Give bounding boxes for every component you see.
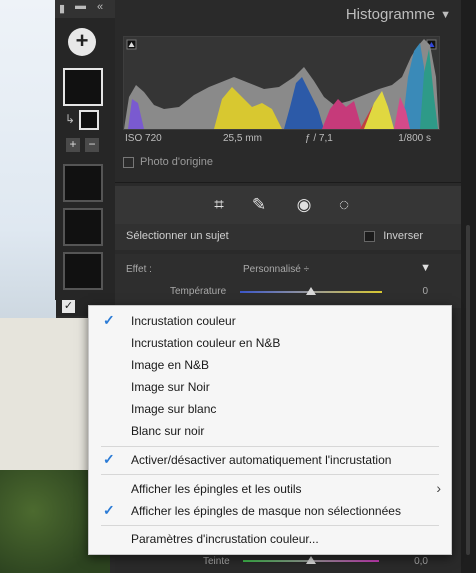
histogram (123, 36, 440, 130)
crop-icon[interactable]: ⌗ (208, 194, 230, 216)
redeye-icon[interactable]: ◉ (293, 194, 315, 216)
histogram-graph (124, 39, 439, 129)
menu-separator (101, 446, 439, 447)
collapse-left-icon[interactable]: « (97, 1, 103, 13)
subitem-arrow-icon: ↳ (65, 112, 76, 126)
mask-icon[interactable]: ◌ (333, 194, 355, 216)
menu-item-white-on-black[interactable]: Blanc sur noir (89, 420, 451, 442)
shutter-value: 1/800 s (398, 133, 431, 144)
scrollbar-thumb[interactable] (466, 225, 470, 555)
menu-item-show-pins-tools[interactable]: Afficher les épingles et les outils › (89, 478, 451, 500)
effect-label: Effet : (126, 264, 152, 275)
mask-thumb-4[interactable] (63, 252, 103, 290)
check-icon: ✓ (103, 451, 115, 467)
histogram-header[interactable]: Histogramme ▼ (115, 0, 461, 30)
menu-separator (101, 474, 439, 475)
menu-item-overlay-settings[interactable]: Paramètres d'incrustation couleur... (89, 528, 451, 550)
tint-slider-handle[interactable] (306, 556, 316, 564)
iso-value: ISO 720 (125, 133, 162, 144)
subject-mask-thumb[interactable] (79, 110, 99, 130)
menu-item-label: Paramètres d'incrustation couleur... (131, 532, 319, 546)
original-label: Photo d'origine (140, 156, 214, 168)
menu-item-label: Activer/désactiver automatiquement l'inc… (131, 453, 392, 467)
menu-item-show-unselected-pins[interactable]: ✓ Afficher les épingles de masque non sé… (89, 500, 451, 522)
triangle-down-icon[interactable]: ▼ (440, 9, 451, 21)
panel-title: Histogramme (345, 6, 435, 23)
menu-item-image-on-black[interactable]: Image sur Noir (89, 376, 451, 398)
original-photo-toggle[interactable]: Photo d'origine (123, 156, 443, 168)
menu-separator (101, 525, 439, 526)
invert-checkbox[interactable] (364, 231, 375, 242)
menu-item-image-on-white[interactable]: Image sur blanc (89, 398, 451, 420)
menu-item-label: Afficher les épingles et les outils (131, 482, 302, 496)
aperture-value: ƒ / 7,1 (305, 133, 333, 144)
temperature-slider-handle[interactable] (306, 287, 316, 295)
temperature-value[interactable]: 0 (422, 286, 428, 297)
effect-preset-select[interactable]: Personnalisé ÷ (243, 264, 309, 275)
building-photo (0, 318, 95, 478)
invert-label: Inverser (383, 230, 423, 242)
subtract-component-button[interactable]: − (85, 138, 99, 152)
focal-value: 25,5 mm (223, 133, 262, 144)
menu-item-label: Incrustation couleur (131, 314, 236, 328)
effect-section: Effet : Personnalisé ÷ ▼ Température 0 (115, 254, 461, 308)
check-icon: ✓ (103, 312, 115, 328)
mask-thumb-2[interactable] (63, 164, 103, 202)
divider (115, 182, 461, 183)
menu-item-label: Afficher les épingles de masque non séle… (131, 504, 401, 518)
menu-item-auto-toggle-overlay[interactable]: ✓ Activer/désactiver automatiquement l'i… (89, 449, 451, 471)
original-checkbox[interactable] (123, 156, 134, 168)
effect-collapse-icon[interactable]: ▼ (420, 262, 431, 274)
add-component-button[interactable]: + (66, 138, 80, 152)
overlay-checkbox[interactable]: ✓ (62, 300, 75, 313)
mask-strip: ▮ ▬ « + ↳ + − (55, 0, 116, 300)
panel-scrollbar[interactable] (461, 0, 476, 573)
minimize-icon[interactable]: ▬ (75, 0, 86, 12)
tool-strip: ⌗ ✎ ◉ ◌ (115, 186, 461, 224)
menu-item-color-overlay[interactable]: ✓ Incrustation couleur (89, 310, 451, 332)
panel-toggle-icon[interactable]: ▮ (59, 2, 65, 15)
select-subject-button[interactable]: Sélectionner un sujet (126, 230, 229, 242)
check-icon: ✓ (103, 502, 115, 518)
tint-value[interactable]: 0,0 (414, 556, 428, 567)
chevron-right-icon: › (436, 480, 441, 496)
mask-thumb-3[interactable] (63, 208, 103, 246)
mask-thumb-1[interactable] (63, 68, 103, 106)
menu-item-label: Blanc sur noir (131, 424, 205, 438)
mask-strip-topbar: ▮ ▬ « (55, 0, 115, 18)
tint-label: Teinte (203, 556, 230, 567)
menu-item-color-overlay-bw[interactable]: Incrustation couleur en N&B (89, 332, 451, 354)
add-mask-button[interactable]: + (68, 28, 96, 56)
overlay-context-menu: ✓ Incrustation couleur Incrustation coul… (88, 305, 452, 555)
select-subject-row: Sélectionner un sujet Inverser (115, 224, 461, 250)
temperature-label: Température (170, 286, 227, 297)
menu-item-image-bw[interactable]: Image en N&B (89, 354, 451, 376)
menu-item-label: Image sur blanc (131, 402, 217, 416)
menu-item-label: Image en N&B (131, 358, 210, 372)
menu-item-label: Incrustation couleur en N&B (131, 336, 281, 350)
menu-item-label: Image sur Noir (131, 380, 210, 394)
heal-icon[interactable]: ✎ (248, 194, 270, 216)
